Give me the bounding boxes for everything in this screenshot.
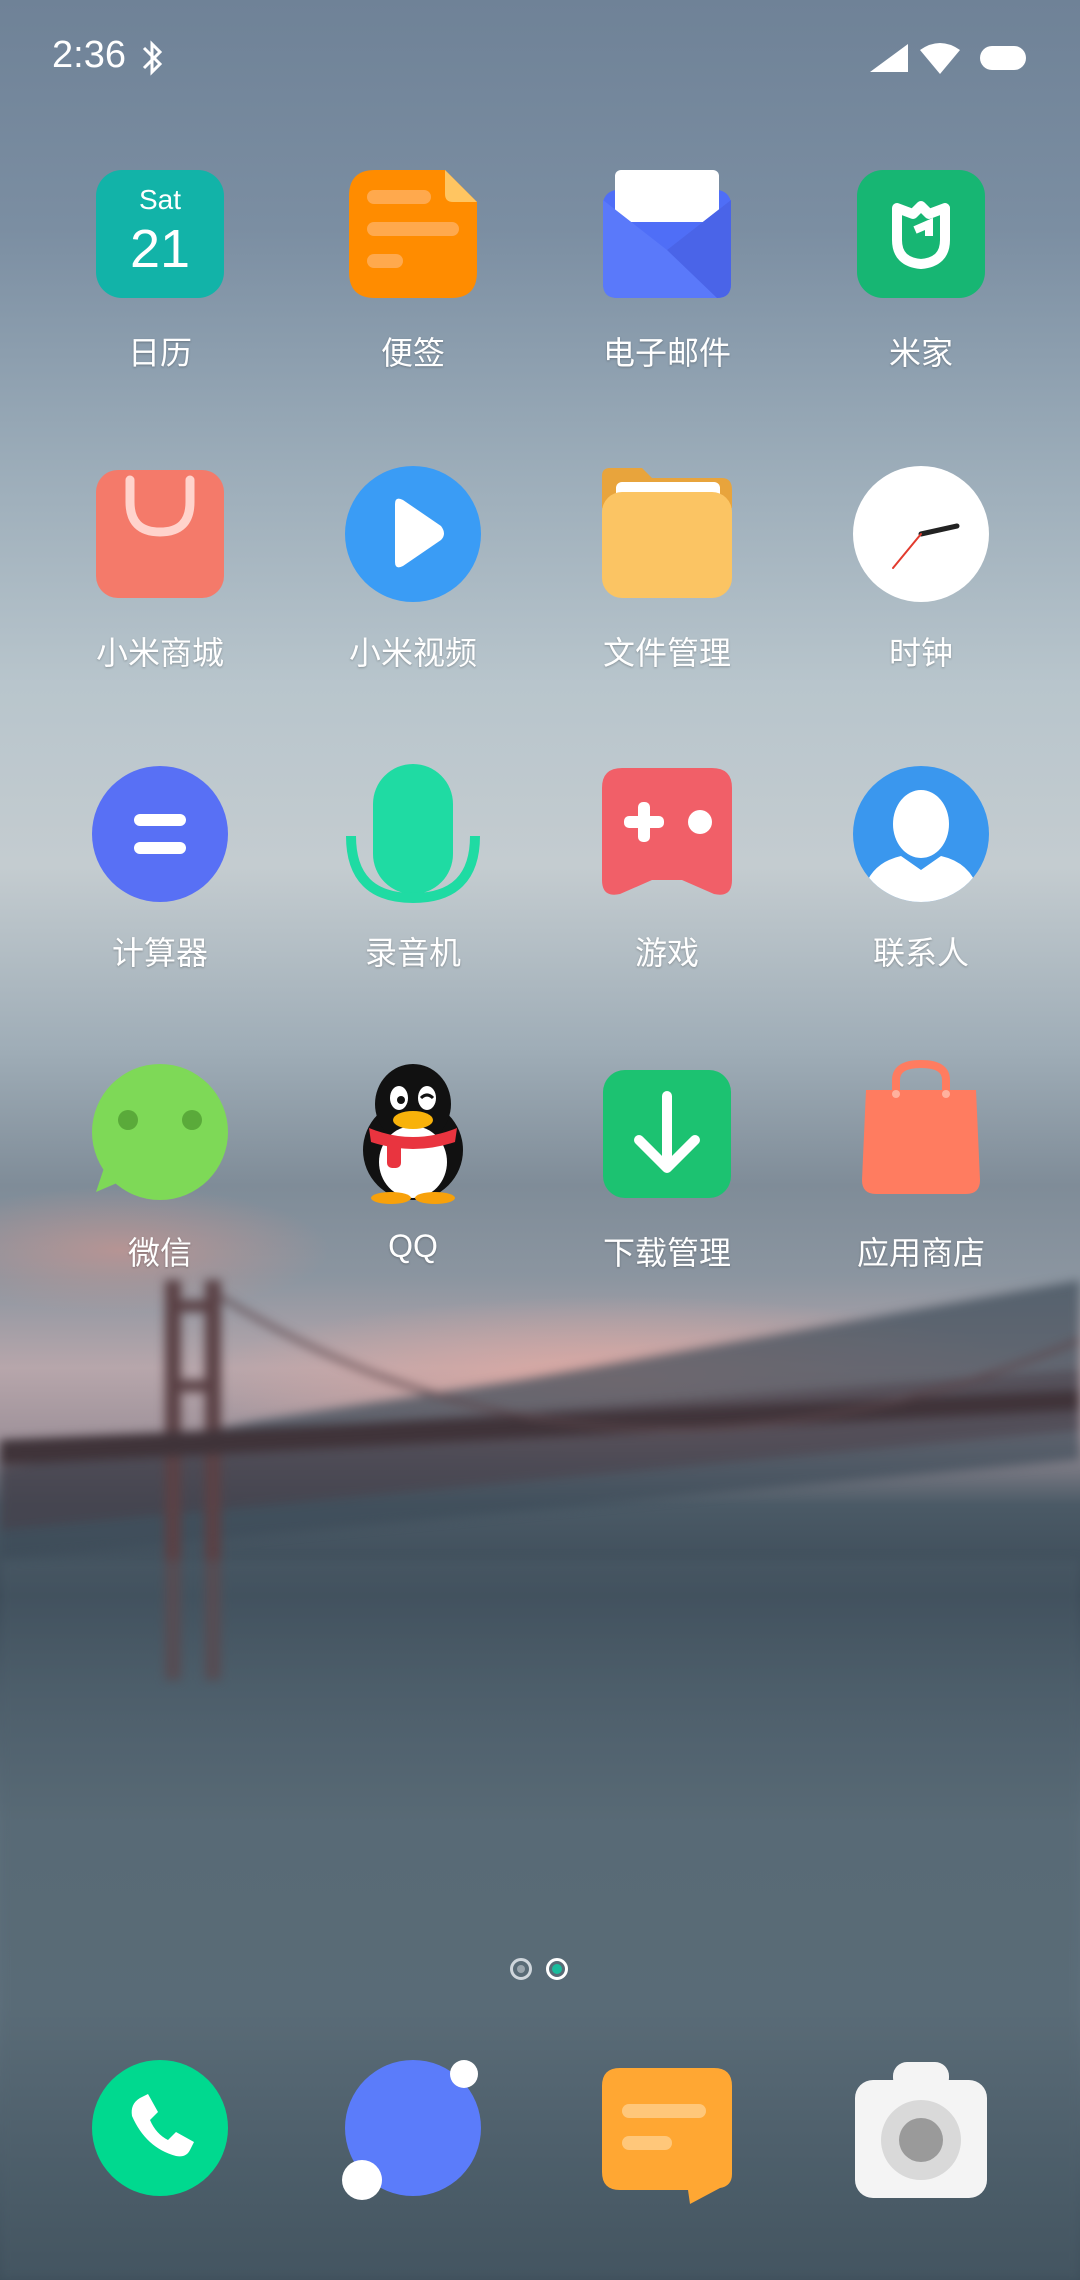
status-bar: 2:36 xyxy=(0,0,1080,118)
app-label: 日历 xyxy=(127,334,192,372)
mi-store-icon xyxy=(96,470,224,598)
notes-icon xyxy=(349,170,477,298)
downloads-icon xyxy=(603,1070,731,1198)
calculator-icon xyxy=(92,766,228,902)
app-label: 微信 xyxy=(127,1234,192,1272)
app-wechat[interactable]: 微信 xyxy=(45,1064,275,1272)
phone-icon xyxy=(92,2060,228,2196)
app-label: 电子邮件 xyxy=(602,334,731,372)
app-label: QQ xyxy=(388,1228,438,1264)
calendar-date: 21 xyxy=(129,219,191,279)
app-email[interactable]: 电子邮件 xyxy=(552,168,782,372)
calendar-icon: Sat 21 xyxy=(96,170,224,298)
dock-camera[interactable] xyxy=(806,2058,1036,2208)
camera-icon xyxy=(855,2062,987,2198)
browser-icon xyxy=(342,2060,481,2200)
calendar-day: Sat xyxy=(138,184,182,215)
wifi-icon xyxy=(920,43,960,74)
mi-video-icon xyxy=(345,466,481,602)
app-mi-store[interactable]: 小米商城 xyxy=(45,468,275,672)
page-indicator xyxy=(0,1958,1080,1984)
wechat-icon xyxy=(92,1064,228,1200)
page-dot-2[interactable] xyxy=(546,1958,568,1980)
dock-phone[interactable] xyxy=(45,2058,275,2208)
app-label: 应用商店 xyxy=(856,1234,985,1272)
bluetooth-icon xyxy=(142,40,163,76)
app-downloads[interactable]: 下载管理 xyxy=(552,1068,782,1272)
dock-browser[interactable] xyxy=(298,2058,528,2208)
games-icon xyxy=(602,768,732,895)
app-label: 时钟 xyxy=(888,634,953,672)
recorder-icon xyxy=(346,764,480,904)
app-label: 游戏 xyxy=(634,934,699,972)
app-label: 小米商城 xyxy=(95,634,224,672)
app-mihome[interactable]: 米家 xyxy=(806,168,1036,372)
app-notes[interactable]: 便签 xyxy=(298,168,528,372)
app-recorder[interactable]: 录音机 xyxy=(298,764,528,972)
battery-icon xyxy=(980,46,1026,70)
app-store-icon xyxy=(862,1060,980,1194)
app-contacts[interactable]: 联系人 xyxy=(806,766,1036,972)
dock-messages[interactable] xyxy=(552,2058,782,2208)
app-label: 便签 xyxy=(380,334,445,372)
app-label: 文件管理 xyxy=(602,634,731,672)
app-label: 米家 xyxy=(888,334,953,372)
cellular-signal-icon xyxy=(870,44,908,72)
app-file-manager[interactable]: 文件管理 xyxy=(552,468,782,672)
app-label: 录音机 xyxy=(364,934,461,972)
app-label: 下载管理 xyxy=(602,1234,731,1272)
mi-home-icon xyxy=(857,170,985,298)
app-mi-video[interactable]: 小米视频 xyxy=(298,466,528,672)
status-time: 2:36 xyxy=(52,34,126,76)
file-manager-icon xyxy=(602,468,732,598)
app-label: 计算器 xyxy=(111,934,208,972)
app-calendar[interactable]: Sat 21 日历 xyxy=(45,168,275,372)
app-games[interactable]: 游戏 xyxy=(552,768,782,972)
app-label: 小米视频 xyxy=(348,634,477,672)
app-clock[interactable]: 时钟 xyxy=(806,466,1036,672)
contacts-icon xyxy=(853,766,989,902)
app-app-store[interactable]: 应用商店 xyxy=(806,1060,1036,1272)
email-icon xyxy=(603,170,731,298)
qq-icon xyxy=(363,1064,463,1204)
page-dot-1[interactable] xyxy=(510,1958,532,1980)
messages-icon xyxy=(602,2068,732,2204)
app-qq[interactable]: QQ xyxy=(298,1064,528,1268)
app-calculator[interactable]: 计算器 xyxy=(45,766,275,972)
app-label: 联系人 xyxy=(872,934,969,972)
clock-icon xyxy=(853,466,989,602)
